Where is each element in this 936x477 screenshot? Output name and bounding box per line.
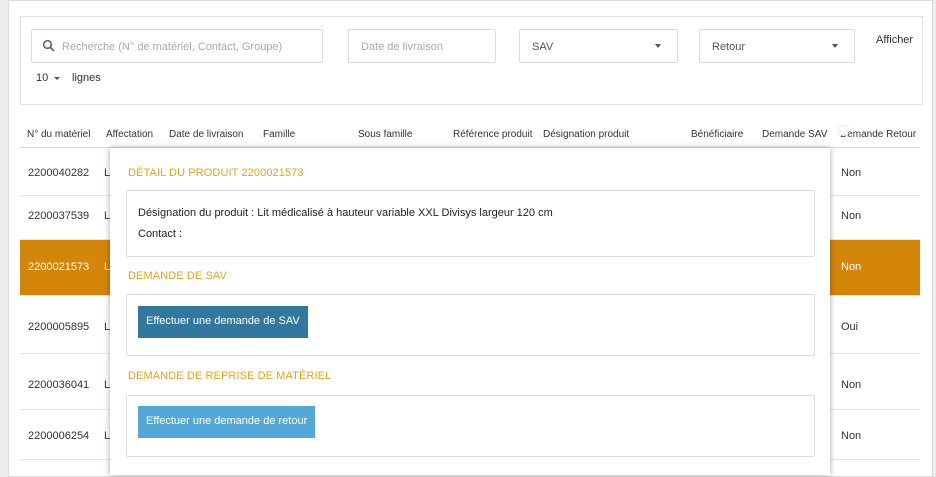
lines-value: 10 xyxy=(36,72,49,84)
col-header[interactable]: Demande SAV xyxy=(762,129,827,140)
row-id: 2200036041 xyxy=(28,379,90,391)
row-retour: Non xyxy=(841,379,862,391)
sav-section-box: Effectuer une demande de SAV xyxy=(126,294,815,356)
detail-title: DÉTAIL DU PRODUIT 2200021573 xyxy=(128,167,304,179)
col-header[interactable]: Sous famille xyxy=(358,129,412,140)
col-header[interactable]: N° du matériel xyxy=(27,129,90,140)
caret-down-icon xyxy=(54,77,60,80)
sav-request-button[interactable]: Effectuer une demande de SAV xyxy=(138,306,308,338)
row-retour: Non xyxy=(841,430,862,442)
lines-label: lignes xyxy=(72,72,101,84)
lines-per-page-select[interactable]: 10 xyxy=(31,65,67,91)
table-header: N° du matériel Affectation Date de livra… xyxy=(20,118,920,148)
caret-down-icon xyxy=(832,44,838,48)
caret-down-icon xyxy=(655,44,661,48)
product-designation: Désignation du produit : Lit médicalisé … xyxy=(138,207,553,219)
sav-select[interactable]: SAV xyxy=(519,29,678,63)
afficher-button[interactable]: Afficher xyxy=(876,34,913,46)
search-input[interactable]: Recherche (N° de matériel, Contact, Grou… xyxy=(31,29,323,63)
col-header[interactable]: Demande Retour xyxy=(840,129,916,140)
col-header[interactable]: Affectation xyxy=(106,129,153,140)
search-icon xyxy=(42,39,55,52)
col-header[interactable]: Date de livraison xyxy=(169,129,243,140)
retour-select-value: Retour xyxy=(712,41,746,53)
row-retour: Non xyxy=(841,261,862,273)
product-info-box: Désignation du produit : Lit médicalisé … xyxy=(126,190,815,257)
reprise-section-title: DEMANDE DE REPRISE DE MATÉRIEL xyxy=(128,370,332,382)
row-retour: Non xyxy=(841,210,862,222)
row-retour: Non xyxy=(841,167,862,179)
row-id: 2200040282 xyxy=(28,167,90,179)
date-placeholder: Date de livraison xyxy=(361,41,443,53)
close-icon[interactable]: ✖ xyxy=(837,124,850,139)
product-contact: Contact : xyxy=(138,228,183,240)
row-retour: Oui xyxy=(841,321,859,333)
col-header[interactable]: Bénéficiaire xyxy=(691,129,743,140)
col-header[interactable]: Famille xyxy=(263,129,295,140)
row-id: 2200005895 xyxy=(28,321,90,333)
col-header[interactable]: Désignation produit xyxy=(543,129,629,140)
reprise-section-box: Effectuer une demande de retour xyxy=(126,395,815,457)
filter-panel: Recherche (N° de matériel, Contact, Grou… xyxy=(20,16,923,105)
row-id: 2200021573 xyxy=(28,261,90,273)
retour-request-button[interactable]: Effectuer une demande de retour xyxy=(138,406,316,438)
retour-select[interactable]: Retour xyxy=(699,29,855,63)
col-header[interactable]: Référence produit xyxy=(453,129,533,140)
delivery-date-input[interactable]: Date de livraison xyxy=(348,29,496,63)
product-detail-modal: DÉTAIL DU PRODUIT 2200021573 Désignation… xyxy=(110,148,830,475)
search-placeholder: Recherche (N° de matériel, Contact, Grou… xyxy=(62,41,283,53)
row-id: 2200037539 xyxy=(28,210,90,222)
sav-section-title: DEMANDE DE SAV xyxy=(128,270,227,282)
sav-select-value: SAV xyxy=(532,41,554,53)
row-id: 2200006254 xyxy=(28,430,90,442)
